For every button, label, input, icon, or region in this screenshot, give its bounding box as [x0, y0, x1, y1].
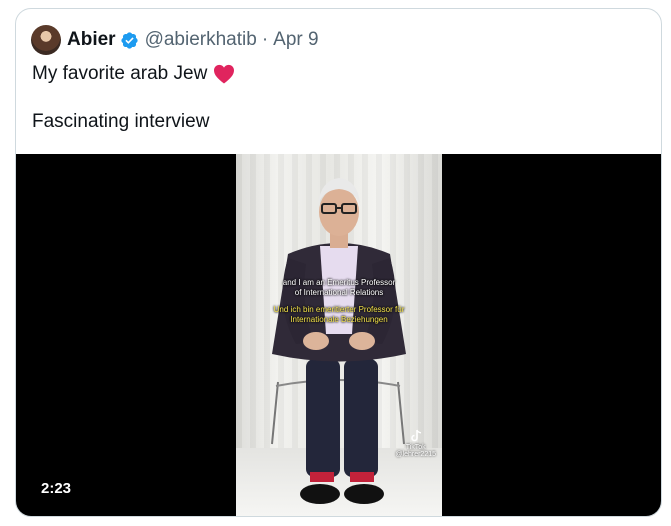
- tiktok-brand: TikTok: [405, 444, 426, 451]
- avatar[interactable]: [31, 25, 61, 55]
- tiktok-username: @lehrer2215: [395, 451, 436, 458]
- subtitle-en-line2: of International Relations: [294, 288, 384, 297]
- tweet-text-line1: My favorite arab Jew: [32, 63, 235, 85]
- tweet-card[interactable]: Abier @abierkhatib · Apr 9 My favorite a…: [15, 8, 662, 517]
- subtitle-en-line1: and I am an Emeritus Professor: [282, 278, 396, 287]
- seated-man-figure: [271, 178, 406, 504]
- author-handle[interactable]: @abierkhatib: [145, 29, 257, 51]
- tiktok-watermark: TikTok @lehrer2215: [395, 429, 436, 458]
- tweet-text: My favorite arab Jew: [32, 63, 208, 84]
- tweet-header: Abier @abierkhatib · Apr 9: [31, 25, 319, 55]
- tweet-date[interactable]: Apr 9: [273, 29, 318, 51]
- video-player[interactable]: and I am an Emeritus Professor of Intern…: [16, 154, 661, 516]
- author-name[interactable]: Abier: [67, 29, 116, 51]
- subtitle-de-line2: Internationale Beziehungen: [290, 315, 388, 324]
- red-heart-icon: [214, 64, 235, 84]
- separator-dot: ·: [261, 29, 269, 50]
- video-duration: 2:23: [41, 480, 72, 497]
- tweet-text-line2: Fascinating interview: [32, 111, 210, 132]
- tiktok-logo-icon: [410, 429, 421, 442]
- verified-badge-icon: [120, 31, 138, 49]
- video-frame: and I am an Emeritus Professor of Intern…: [236, 154, 442, 516]
- subtitle-de-line1: Und ich bin emeritierter Professor für: [273, 305, 405, 314]
